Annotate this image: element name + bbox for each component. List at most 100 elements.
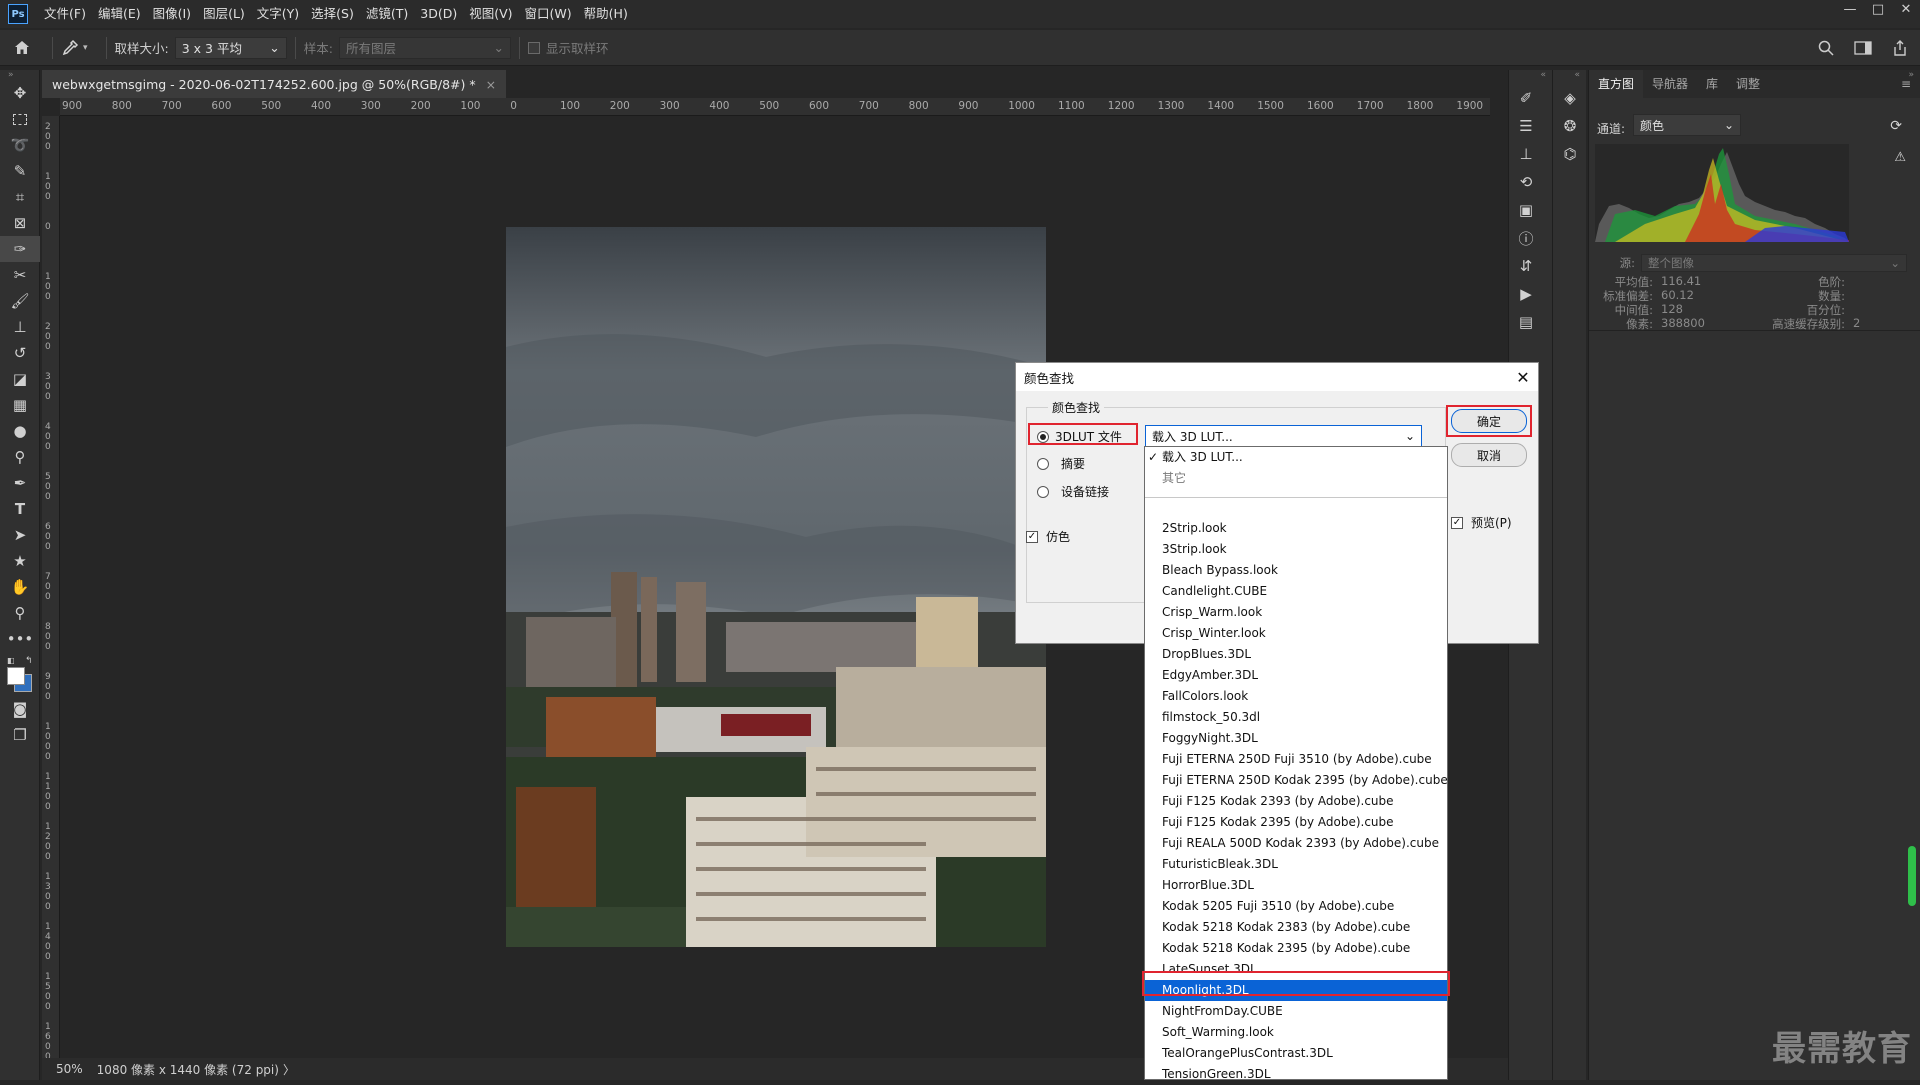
dropdown-item[interactable]: Fuji F125 Kodak 2393 (by Adobe).cube (1145, 791, 1447, 812)
menu-edit[interactable]: 编辑(E) (92, 0, 147, 28)
dither-checkbox[interactable]: ✓ (1026, 531, 1038, 543)
screen-mode-icon[interactable]: ❐ (0, 722, 40, 748)
lut-file-select[interactable]: 载入 3D LUT... ⌄ (1145, 425, 1422, 447)
quick-selection-tool-icon[interactable]: ✎ (0, 158, 40, 184)
dropdown-item[interactable]: Fuji ETERNA 250D Kodak 2395 (by Adobe).c… (1145, 770, 1447, 791)
ok-button[interactable]: 确定 (1451, 409, 1527, 433)
search-icon[interactable] (1818, 40, 1834, 56)
actions-icon[interactable]: ▶ (1509, 280, 1543, 308)
blur-tool-icon[interactable]: ● (0, 418, 40, 444)
dropdown-item[interactable]: DropBlues.3DL (1145, 644, 1447, 665)
clone-stamp-tool-icon[interactable]: ⊥ (0, 314, 40, 340)
menu-view[interactable]: 视图(V) (463, 0, 518, 28)
dropdown-item[interactable]: NightFromDay.CUBE (1145, 1001, 1447, 1022)
dropdown-item[interactable]: Candlelight.CUBE (1145, 581, 1447, 602)
refresh-icon[interactable]: ⟳ (1890, 118, 1902, 134)
swatches-icon[interactable]: ▣ (1509, 196, 1543, 224)
menu-filter[interactable]: 滤镜(T) (360, 0, 414, 28)
expand-panels-icon[interactable]: » (1908, 70, 1914, 80)
option-device-link[interactable]: 设备链接 (1037, 483, 1109, 500)
dropdown-item[interactable]: 3Strip.look (1145, 539, 1447, 560)
dropdown-item[interactable]: EdgyAmber.3DL (1145, 665, 1447, 686)
color-swatches[interactable]: ◧ ↰ (0, 652, 39, 696)
collapse-panels-icon[interactable]: « (1509, 70, 1552, 84)
dropdown-item[interactable]: Kodak 5218 Kodak 2383 (by Adobe).cube (1145, 917, 1447, 938)
foreground-color-swatch[interactable] (7, 667, 25, 685)
paths-panel-icon[interactable]: ⌬ (1553, 140, 1587, 168)
clone-source-icon[interactable]: ⊥ (1509, 140, 1543, 168)
radio-3dlut[interactable] (1037, 431, 1049, 443)
preview-checkbox[interactable]: ✓ (1451, 517, 1463, 529)
preview-option[interactable]: ✓ 预览(P) (1451, 514, 1512, 531)
menu-help[interactable]: 帮助(H) (578, 0, 634, 28)
gradient-tool-icon[interactable]: ▦ (0, 392, 40, 418)
dropdown-item[interactable]: Kodak 5205 Fuji 3510 (by Adobe).cube (1145, 896, 1447, 917)
home-icon[interactable] (0, 40, 44, 55)
dropdown-item[interactable]: FallColors.look (1145, 686, 1447, 707)
collapse-panels-icon[interactable]: « (1553, 70, 1586, 84)
dropdown-item[interactable]: Bleach Bypass.look (1145, 560, 1447, 581)
menu-select[interactable]: 选择(S) (305, 0, 360, 28)
scroll-indicator[interactable] (1908, 846, 1916, 906)
zoom-level[interactable]: 50% (56, 1062, 83, 1076)
menu-file[interactable]: 文件(F) (38, 0, 92, 28)
dropdown-item-load-lut[interactable]: ✓ 载入 3D LUT... (1145, 447, 1447, 468)
dropdown-item[interactable]: Fuji F125 Kodak 2395 (by Adobe).cube (1145, 812, 1447, 833)
default-colors-icon[interactable]: ◧ (7, 656, 15, 665)
dropdown-item[interactable]: FoggyNight.3DL (1145, 728, 1447, 749)
sample-size-select[interactable]: 3 x 3 平均⌄ (175, 37, 287, 59)
channels-icon[interactable]: ❂ (1553, 112, 1587, 140)
dropdown-item[interactable]: Crisp_Warm.look (1145, 602, 1447, 623)
document-tab[interactable]: webwxgetmsgimg - 2020-06-02T174252.600.j… (42, 70, 506, 98)
source-select[interactable]: 整个图像⌄ (1641, 254, 1907, 272)
show-ring-checkbox[interactable] (528, 42, 540, 54)
dropdown-item[interactable]: 2Strip.look (1145, 518, 1447, 539)
properties-icon[interactable]: ☰ (1509, 112, 1543, 140)
move-tool-icon[interactable]: ✥ (0, 80, 40, 106)
dropdown-item[interactable]: HorrorBlue.3DL (1145, 875, 1447, 896)
tab-histogram[interactable]: 直方图 (1589, 70, 1643, 98)
minimize-button[interactable]: — (1836, 0, 1864, 20)
menu-3d[interactable]: 3D(D) (414, 0, 463, 28)
status-menu-icon[interactable]: 〉 (283, 1061, 295, 1078)
dropdown-item[interactable]: Fuji ETERNA 250D Fuji 3510 (by Adobe).cu… (1145, 749, 1447, 770)
layer-comps-icon[interactable]: ▤ (1509, 308, 1543, 336)
quick-mask-icon[interactable]: ◙ (0, 696, 40, 722)
healing-brush-tool-icon[interactable]: ✂ (0, 262, 40, 288)
dropdown-item[interactable]: TensionGreen.3DL (1145, 1064, 1447, 1085)
lasso-tool-icon[interactable]: ➰ (0, 132, 40, 158)
option-abstract[interactable]: 摘要 (1037, 455, 1085, 472)
tab-adjustments[interactable]: 调整 (1727, 70, 1769, 98)
channel-select[interactable]: 颜色⌄ (1633, 114, 1741, 136)
pen-tool-icon[interactable]: ✒ (0, 470, 40, 496)
hand-tool-icon[interactable]: ✋ (0, 574, 40, 600)
close-dialog-button[interactable]: ✕ (1508, 368, 1538, 387)
tab-navigator[interactable]: 导航器 (1643, 70, 1697, 98)
eraser-tool-icon[interactable]: ◪ (0, 366, 40, 392)
frame-tool-icon[interactable]: ⊠ (0, 210, 40, 236)
document-image[interactable] (506, 227, 1046, 947)
layers-icon[interactable]: ◈ (1553, 84, 1587, 112)
brush-tool-icon[interactable]: 🖌 (0, 288, 40, 314)
path-selection-tool-icon[interactable]: ➤ (0, 522, 40, 548)
shape-tool-icon[interactable]: ★ (0, 548, 40, 574)
dropdown-item[interactable]: filmstock_50.3dl (1145, 707, 1447, 728)
dropdown-item[interactable]: Soft_Warming.look (1145, 1022, 1447, 1043)
dropdown-item[interactable]: Kodak 5218 Kodak 2395 (by Adobe).cube (1145, 938, 1447, 959)
dropdown-item[interactable]: Fuji REALA 500D Kodak 2393 (by Adobe).cu… (1145, 833, 1447, 854)
history-icon[interactable]: ⟲ (1509, 168, 1543, 196)
sample-select[interactable]: 所有图层⌄ (339, 37, 511, 59)
menu-layer[interactable]: 图层(L) (197, 0, 251, 28)
dither-option[interactable]: ✓ 仿色 (1026, 528, 1070, 545)
eyedropper-preset-icon[interactable]: ▾ (61, 39, 88, 57)
eyedropper-tool-icon[interactable]: ✑ (0, 236, 40, 262)
more-tools-icon[interactable]: ••• (0, 626, 40, 652)
close-tab-icon[interactable]: × (486, 77, 496, 92)
marquee-tool-icon[interactable] (0, 106, 40, 132)
tab-libraries[interactable]: 库 (1697, 70, 1727, 98)
menu-window[interactable]: 窗口(W) (519, 0, 578, 28)
dropdown-item[interactable]: TealOrangePlusContrast.3DL (1145, 1043, 1447, 1064)
radio-abstract[interactable] (1037, 458, 1049, 470)
zoom-tool-icon[interactable]: ⚲ (0, 600, 40, 626)
panel-menu-icon[interactable]: ≡ (1892, 70, 1920, 98)
